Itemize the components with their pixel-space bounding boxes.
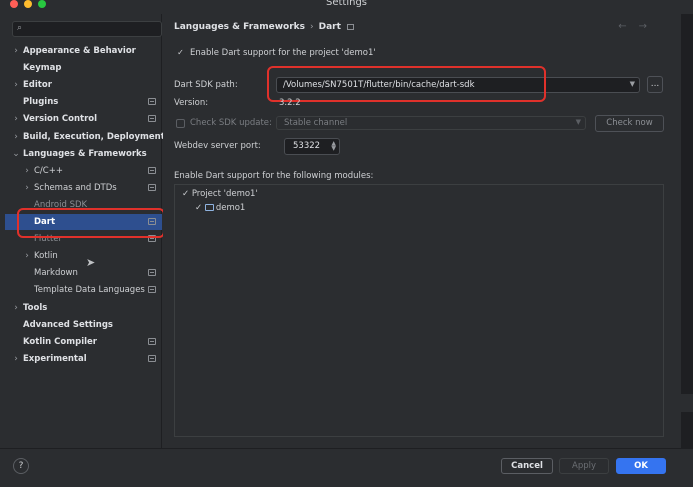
sidebar-item-label: Markdown	[34, 268, 78, 279]
sidebar-item[interactable]: Kotlin Compiler	[5, 334, 162, 350]
check-sdk-update-label: Check SDK update:	[190, 118, 272, 128]
sidebar-item-label: Editor	[23, 80, 52, 91]
sidebar-item[interactable]: › Editor	[5, 77, 162, 93]
update-channel-select[interactable]: Stable channel ▼	[276, 116, 586, 130]
sidebar-item[interactable]: › Build, Execution, Deployment	[5, 129, 165, 145]
sidebar-item[interactable]: › Schemas and DTDs	[5, 180, 162, 196]
dart-item-highlight	[17, 208, 165, 238]
chevron-down-icon[interactable]: ▼	[630, 80, 635, 88]
chevron-right-icon[interactable]: ›	[22, 180, 32, 196]
sidebar-item-label: Version Control	[23, 114, 98, 125]
browse-sdk-button[interactable]: ...	[647, 76, 663, 93]
modules-label: Enable Dart support for the following mo…	[174, 171, 374, 181]
sidebar-item-label: Experimental	[23, 353, 87, 364]
background-window-edge	[681, 14, 693, 487]
project-scope-icon	[148, 98, 156, 106]
sidebar-item[interactable]: › C/C++	[5, 163, 162, 179]
sidebar-item-label: Build, Execution, Deployment	[23, 131, 165, 142]
webdev-port-input[interactable]: 53322 ▲ ▼	[284, 138, 340, 155]
sidebar-item-label: C/C++	[34, 165, 63, 176]
back-arrow-icon[interactable]: ←	[618, 21, 638, 32]
sidebar-item-label: Advanced Settings	[23, 319, 113, 330]
forward-arrow-icon[interactable]: →	[639, 21, 659, 32]
history-nav: ←→	[618, 21, 659, 32]
chevron-down-icon[interactable]: ⌄	[11, 146, 21, 162]
chevron-right-icon[interactable]: ›	[11, 300, 21, 316]
chevron-right-icon[interactable]: ›	[22, 163, 32, 179]
check-sdk-update-checkbox[interactable]	[176, 119, 185, 128]
sdk-path-label: Dart SDK path:	[174, 80, 238, 90]
sidebar-item-label: Tools	[23, 302, 48, 313]
background-window-fragment	[681, 394, 693, 412]
sidebar-item[interactable]: › Kotlin	[5, 248, 162, 264]
cancel-button[interactable]: Cancel	[501, 458, 553, 474]
sidebar-item-label: Plugins	[23, 97, 59, 108]
sidebar-item[interactable]: › Tools	[5, 300, 162, 316]
check-now-button[interactable]: Check now	[595, 115, 664, 132]
sdk-path-highlight	[267, 66, 546, 102]
module-row[interactable]: ✓ demo1	[195, 203, 245, 213]
breadcrumb: Languages & Frameworks › Dart	[174, 22, 354, 32]
sidebar-item[interactable]: ⌄ Languages & Frameworks	[5, 146, 162, 162]
enable-dart-label: Enable Dart support for the project 'dem…	[190, 48, 376, 58]
mouse-pointer-icon: ➤	[86, 256, 96, 269]
chevron-right-icon[interactable]: ›	[11, 129, 21, 145]
sidebar-item-label: Kotlin	[34, 251, 58, 262]
chevron-down-icon: ▼	[575, 118, 581, 126]
module-label: demo1	[215, 203, 246, 213]
dialog-footer: ? Cancel Apply OK	[0, 448, 693, 487]
project-checkbox[interactable]: ✓	[182, 189, 189, 199]
module-checkbox[interactable]: ✓	[195, 203, 202, 213]
help-button[interactable]: ?	[13, 458, 29, 474]
sidebar-item[interactable]: Plugins	[5, 94, 162, 110]
sidebar-item[interactable]: Markdown	[5, 265, 162, 281]
chevron-right-icon[interactable]: ›	[11, 77, 21, 93]
sidebar-item-label: Languages & Frameworks	[23, 148, 147, 159]
project-scope-icon	[148, 286, 156, 294]
chevron-right-icon[interactable]: ›	[11, 43, 21, 59]
sidebar-item[interactable]: Template Data Languages	[5, 282, 162, 298]
project-scope-icon	[148, 166, 156, 174]
settings-search-input[interactable]: ⌕	[12, 21, 162, 37]
chevron-right-icon[interactable]: ›	[11, 351, 21, 367]
sidebar-item[interactable]: › Appearance & Behavior	[5, 43, 162, 59]
project-scope-icon	[148, 337, 156, 345]
project-label: Project 'demo1'	[191, 189, 258, 199]
modules-tree: ✓ Project 'demo1' ✓ demo1	[174, 184, 664, 437]
breadcrumb-current: Dart	[318, 22, 341, 32]
project-scope-icon	[346, 23, 354, 30]
sidebar-item-label: Keymap	[23, 63, 62, 74]
settings-content: Languages & Frameworks › Dart ←→ ✓ Enable …	[163, 14, 673, 448]
module-folder-icon	[204, 204, 214, 211]
project-scope-icon	[148, 269, 156, 277]
sidebar-item[interactable]: › Experimental	[5, 351, 162, 367]
sidebar-item-label: Template Data Languages	[34, 285, 145, 296]
project-scope-icon	[148, 183, 156, 191]
sidebar-item[interactable]: › Version Control	[5, 111, 162, 127]
title-bar: Settings	[0, 0, 693, 10]
sidebar-item[interactable]: Keymap	[5, 60, 162, 76]
version-label: Version:	[174, 98, 209, 108]
apply-button[interactable]: Apply	[559, 458, 609, 474]
breadcrumb-parent[interactable]: Languages & Frameworks	[174, 22, 305, 32]
sidebar-item-label: Kotlin Compiler	[23, 336, 97, 347]
chevron-right-icon[interactable]: ›	[22, 248, 32, 264]
sidebar-item[interactable]: Advanced Settings	[5, 317, 162, 333]
project-scope-icon	[148, 115, 156, 123]
enable-dart-checkbox[interactable]: ✓	[176, 48, 185, 57]
sidebar-item-label: Appearance & Behavior	[23, 46, 136, 56]
ok-button[interactable]: OK	[616, 458, 666, 474]
chevron-right-icon[interactable]: ›	[11, 111, 21, 127]
webdev-port-label: Webdev server port:	[174, 141, 261, 151]
project-row[interactable]: ✓ Project 'demo1'	[182, 189, 258, 199]
window-title: Settings	[325, 0, 367, 8]
breadcrumb-separator: ›	[310, 22, 314, 32]
webdev-port-value: 53322	[293, 141, 321, 151]
project-scope-icon	[148, 354, 156, 362]
sidebar-item-label: Schemas and DTDs	[34, 182, 117, 193]
update-channel-value: Stable channel	[284, 118, 348, 128]
version-value: 3.2.2	[279, 98, 301, 108]
spinner-arrows-icon[interactable]: ▲ ▼	[331, 141, 336, 152]
search-icon: ⌕	[17, 23, 23, 33]
